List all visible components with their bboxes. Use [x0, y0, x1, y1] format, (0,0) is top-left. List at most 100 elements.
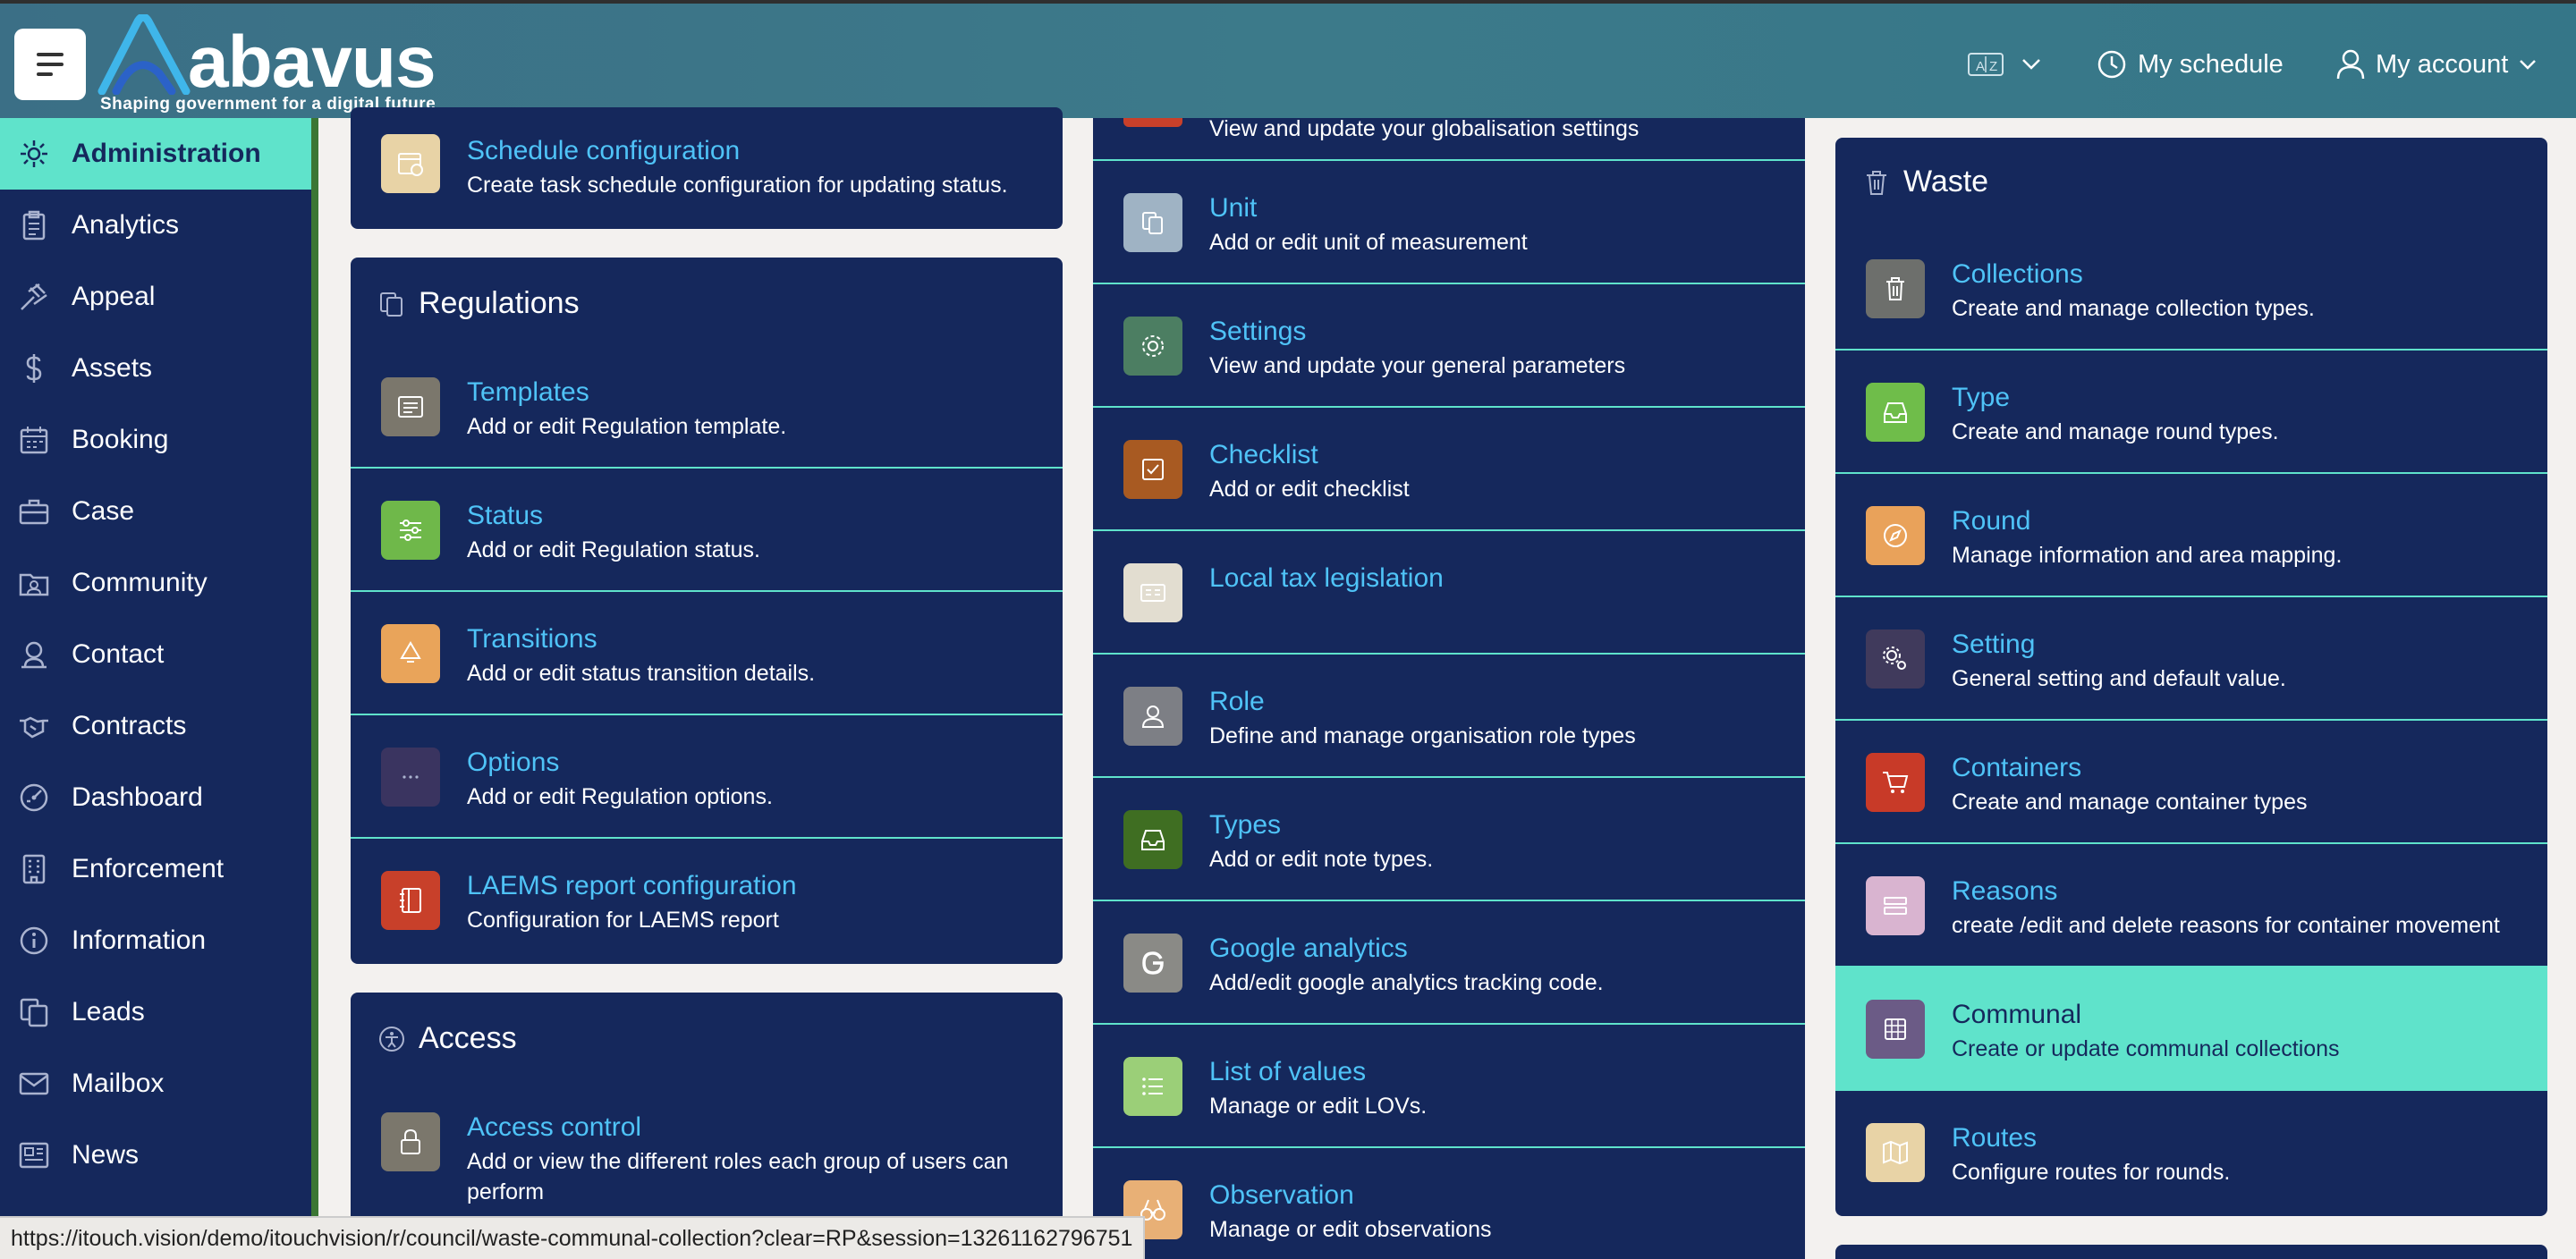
item-description: Configuration for LAEMS report	[467, 908, 779, 933]
lock-icon	[381, 1112, 440, 1171]
recycle-icon	[381, 624, 440, 683]
checkbox-icon	[1123, 440, 1182, 499]
item-title: Setting	[1952, 630, 2036, 659]
sidebar-item-information[interactable]: Information	[0, 905, 311, 976]
item-title: Containers	[1952, 753, 2082, 782]
sidebar-item-analytics[interactable]: Analytics	[0, 190, 311, 261]
waste-title: Waste	[1903, 165, 1989, 199]
item-title: Access control	[467, 1112, 642, 1142]
chevron-down-icon	[2520, 60, 2537, 70]
sidebar-item-label: News	[72, 1140, 140, 1170]
item-title: List of values	[1209, 1057, 1367, 1086]
item-description: View and update your general parameters	[1209, 353, 1626, 378]
sidebar-item-contact[interactable]: Contact	[0, 619, 311, 690]
sidebar-item-case[interactable]: Case	[0, 476, 311, 547]
handshake-icon	[20, 716, 48, 739]
sidebar-item-mailbox[interactable]: Mailbox	[0, 1048, 311, 1120]
list-item-laems-report[interactable]: LAEMS report configuration Configuration…	[351, 839, 1063, 962]
menu-icon-bar	[37, 63, 64, 66]
sidebar-item-label: Appeal	[72, 282, 156, 311]
item-title: Collections	[1952, 259, 2083, 289]
item-description: Add or edit status transition details.	[467, 661, 816, 686]
list-item-types[interactable]: Types Add or edit note types.	[1093, 778, 1805, 901]
sidebar-item-label: Contracts	[72, 711, 187, 740]
sidebar-item-contracts[interactable]: Contracts	[0, 690, 311, 762]
item-description: Add or edit Regulation options.	[467, 784, 773, 809]
list-item-options[interactable]: Options Add or edit Regulation options.	[351, 715, 1063, 839]
sidebar-item-label: Information	[72, 925, 207, 955]
dollar-icon	[26, 354, 42, 383]
list-item-reasons[interactable]: Reasons create /edit and delete reasons …	[1835, 844, 2547, 967]
list-item-type[interactable]: Type Create and manage round types.	[1835, 351, 2547, 474]
menu-toggle-button[interactable]	[14, 29, 86, 100]
sidebar-item-label: Dashboard	[72, 782, 203, 812]
item-title: Role	[1209, 687, 1265, 716]
my-account-menu[interactable]: My account	[2336, 43, 2537, 86]
cart-icon	[1866, 753, 1925, 812]
item-description: Manage or edit LOVs.	[1209, 1094, 1428, 1119]
language-selector[interactable]: AZ	[1968, 43, 2041, 86]
my-schedule-label: My schedule	[2138, 49, 2284, 79]
sidebar-item-enforcement[interactable]: Enforcement	[0, 833, 311, 905]
list-item-collections[interactable]: Collections Create and manage collection…	[1835, 227, 2547, 351]
item-title: Google analytics	[1209, 934, 1408, 963]
chevron-down-icon	[2022, 59, 2040, 70]
item-title: Routes	[1952, 1123, 2038, 1153]
list-item-google-analytics[interactable]: Google analytics Add/edit google analyti…	[1093, 901, 1805, 1025]
regulations-title: Regulations	[419, 286, 580, 320]
list-item-communal[interactable]: Communal Create or update communal colle…	[1835, 967, 2547, 1091]
item-title: Communal	[1952, 1000, 2082, 1029]
list-icon	[1123, 1057, 1182, 1116]
list-item-checklist[interactable]: Checklist Add or edit checklist	[1093, 408, 1805, 531]
mail-icon	[19, 1072, 49, 1095]
list-item-setting[interactable]: Setting General setting and default valu…	[1835, 597, 2547, 721]
list-item-containers[interactable]: Containers Create and manage container t…	[1835, 721, 2547, 844]
sidebar-item-news[interactable]: News	[0, 1120, 311, 1191]
list-item-unit[interactable]: Unit Add or edit unit of measurement	[1093, 161, 1805, 284]
clipboard-icon	[22, 210, 46, 241]
compass-icon	[1866, 506, 1925, 565]
list-item-local-tax-legislation[interactable]: Local tax legislation	[1093, 531, 1805, 655]
sidebar-item-label: Leads	[72, 997, 145, 1027]
sidebar-item-label: Community	[72, 568, 208, 597]
sidebar-item-dashboard[interactable]: Dashboard	[0, 762, 311, 833]
list-item-routes[interactable]: Routes Configure routes for rounds.	[1835, 1091, 2547, 1214]
inbox-icon	[1866, 383, 1925, 442]
calendar-icon	[20, 427, 48, 454]
sidebar-item-booking[interactable]: Booking	[0, 404, 311, 476]
link-preview-status-bar: https://itouch.vision/demo/itouchvision/…	[0, 1216, 1146, 1259]
sidebar-item-community[interactable]: Community	[0, 547, 311, 619]
sidebar-item-administration[interactable]: Administration	[0, 118, 311, 190]
list-item-status[interactable]: Status Add or edit Regulation status.	[351, 469, 1063, 592]
sidebar-item-appeal[interactable]: Appeal	[0, 261, 311, 333]
list-item-schedule-configuration[interactable]: Schedule configuration Create task sched…	[351, 107, 1063, 229]
sidebar-item-label: Case	[72, 496, 135, 526]
my-schedule-link[interactable]: My schedule	[2097, 43, 2284, 86]
info-icon	[20, 926, 48, 955]
building-icon	[22, 854, 46, 884]
sidebar-item-leads[interactable]: Leads	[0, 976, 311, 1048]
list-item-role[interactable]: Role Define and manage organisation role…	[1093, 655, 1805, 778]
sidebar-item-assets[interactable]: Assets	[0, 333, 311, 404]
card-title: Regulations	[377, 286, 580, 321]
sidebar-item-label: Administration	[72, 139, 261, 168]
abavus-logo[interactable]: abavus Shaping government for a digital …	[97, 13, 472, 118]
list-item-observation[interactable]: Observation Manage or edit observations	[1093, 1148, 1805, 1259]
user-icon	[2336, 49, 2365, 80]
item-description: General setting and default value.	[1952, 666, 2286, 691]
trash-icon	[1867, 170, 1886, 195]
list-item-transitions[interactable]: Transitions Add or edit status transitio…	[351, 592, 1063, 715]
item-title: Types	[1209, 810, 1282, 840]
item-description: View and update your globalisation setti…	[1209, 118, 1640, 141]
item-description: create /edit and delete reasons for cont…	[1952, 913, 2500, 938]
item-title: Type	[1952, 383, 2011, 412]
card-title: Access	[377, 1021, 517, 1056]
sidebar-item-label: Enforcement	[72, 854, 225, 883]
item-description: Add or edit unit of measurement	[1209, 230, 1528, 255]
list-item-templates[interactable]: Templates Add or edit Regulation templat…	[351, 345, 1063, 469]
sidebar-item-label: Assets	[72, 353, 153, 383]
list-item-round[interactable]: Round Manage information and area mappin…	[1835, 474, 2547, 597]
list-item-list-of-values[interactable]: List of values Manage or edit LOVs.	[1093, 1025, 1805, 1148]
list-item-settings[interactable]: Settings View and update your general pa…	[1093, 284, 1805, 408]
item-title: Checklist	[1209, 440, 1318, 469]
